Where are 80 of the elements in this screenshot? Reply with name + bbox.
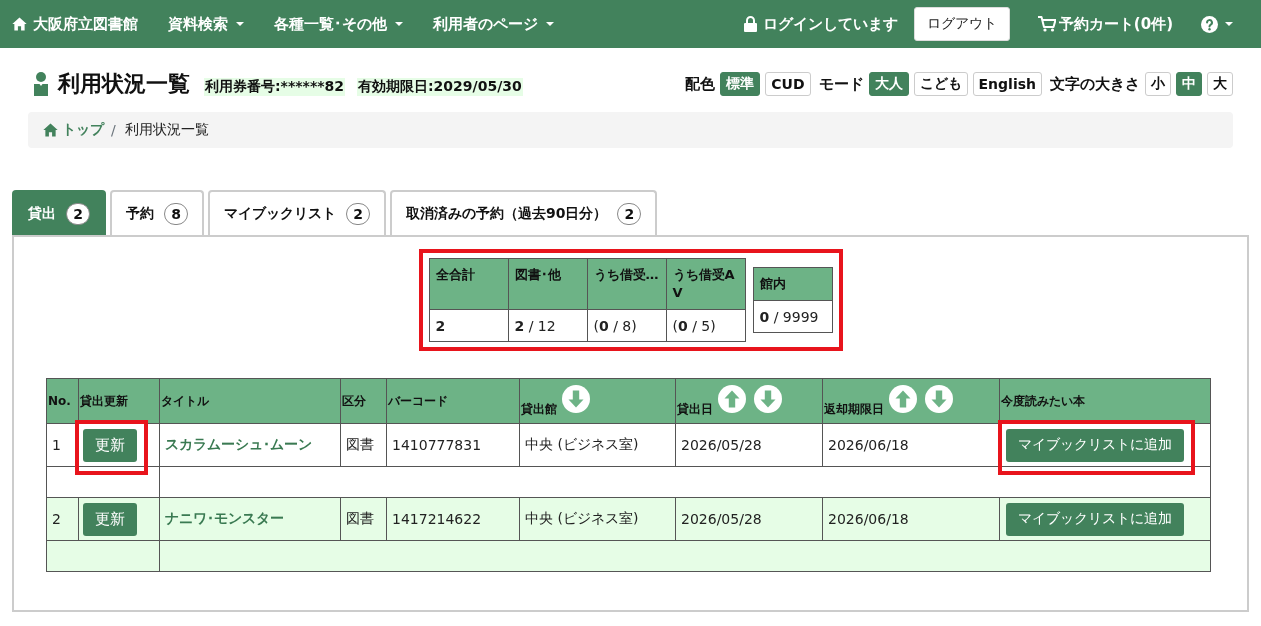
caret-icon [236, 22, 244, 26]
column-header: バーコード [386, 378, 520, 424]
breadcrumb-separator: / [111, 122, 116, 138]
column-header: 貸出日 [677, 401, 713, 416]
caret-icon [546, 22, 554, 26]
tab[interactable]: 取消済みの予約（過去90日分） 2 [390, 190, 658, 235]
home-icon [43, 123, 58, 137]
arrow-down-icon[interactable] [562, 384, 590, 413]
column-header: 貸出更新 [78, 378, 160, 424]
nav-menu[interactable]: 利用者のページ [433, 14, 554, 34]
nav-menu[interactable]: 資料検索 [168, 14, 244, 34]
arrow-down-icon[interactable] [925, 384, 953, 413]
column-header: No. [46, 378, 79, 424]
setting-label: モード [818, 74, 864, 94]
logout-button[interactable]: ログアウト [913, 7, 1010, 41]
cart-link[interactable]: 予約カート(0件) [1037, 14, 1173, 34]
table-cell: 図書 [340, 497, 387, 541]
option-button[interactable]: 中 [1176, 72, 1202, 96]
caret-icon [1225, 22, 1233, 26]
count-badge: 2 [346, 202, 370, 225]
renew-button[interactable]: 更新 [83, 428, 137, 462]
tab[interactable]: 貸出 2 [12, 190, 106, 235]
user-icon [34, 72, 48, 96]
table-cell: 中央 (ビジネス室) [519, 423, 676, 467]
column-header: 今度読みたい本 [999, 378, 1211, 424]
add-to-list-button[interactable]: マイブックリストに追加 [1006, 428, 1184, 462]
lock-icon [743, 16, 757, 32]
breadcrumb-link[interactable]: トップ [43, 121, 104, 139]
option-button[interactable]: 小 [1145, 72, 1171, 96]
table-cell: 2026/06/18 [822, 497, 1000, 541]
card-number: 利用券番号:******82 [204, 78, 345, 96]
column-header: うち借受AV [666, 258, 745, 310]
tab[interactable]: マイブックリスト 2 [208, 190, 386, 235]
table-cell: (0 / 5) [666, 309, 745, 342]
table-cell: 2 [429, 309, 508, 342]
table-cell: 0 / 9999 [753, 300, 832, 333]
breadcrumb-current: 利用状況一覧 [124, 121, 209, 139]
column-header: タイトル [159, 378, 341, 424]
arrow-down-icon[interactable] [754, 384, 782, 413]
table-cell: 中央 (ビジネス室) [519, 497, 676, 541]
option-button[interactable]: こども [913, 72, 968, 96]
option-button[interactable]: 標準 [720, 72, 761, 96]
arrow-up-icon[interactable] [718, 384, 746, 413]
column-header: 全合計 [429, 258, 508, 310]
table-cell: 2026/05/28 [675, 423, 823, 467]
cart-icon [1037, 16, 1056, 32]
page-title: 利用状況一覧 [58, 70, 190, 98]
option-button[interactable]: 大人 [868, 72, 909, 96]
table-cell: 2 [46, 497, 79, 541]
help-icon[interactable] [1201, 15, 1218, 33]
column-header: 館内 [753, 267, 832, 301]
count-badge: 8 [164, 202, 188, 225]
table-cell: 1410777831 [386, 423, 520, 467]
column-header: 区分 [340, 378, 387, 424]
tab[interactable]: 予約 8 [110, 190, 204, 235]
column-header: 返却期限日 [824, 401, 884, 416]
home-icon [12, 17, 27, 31]
add-to-list-button[interactable]: マイブックリストに追加 [1006, 502, 1184, 536]
table-cell: 2 / 12 [508, 309, 587, 342]
login-status: ログインしています [762, 14, 898, 34]
setting-label: 配色 [685, 74, 716, 94]
table-cell: 2026/05/28 [675, 497, 823, 541]
renew-button[interactable]: 更新 [83, 502, 137, 536]
option-button[interactable]: 大 [1207, 72, 1233, 96]
count-badge: 2 [66, 202, 90, 225]
arrow-up-icon[interactable] [889, 384, 917, 413]
option-button[interactable]: CUD [765, 72, 811, 96]
brand-link[interactable]: 大阪府立図書館 [12, 14, 138, 34]
table-cell: 1417214622 [386, 497, 520, 541]
column-header: 貸出館 [521, 401, 557, 416]
option-button[interactable]: English [972, 72, 1042, 96]
setting-label: 文字の大きさ [1050, 74, 1140, 94]
column-header: うち借受… [587, 258, 666, 310]
count-badge: 2 [617, 202, 642, 225]
nav-menu[interactable]: 各種一覧･その他 [274, 14, 403, 34]
column-header: 図書･他 [508, 258, 587, 310]
expiry-date: 有効期限日:2029/05/30 [357, 78, 523, 96]
table-cell: 図書 [340, 423, 387, 467]
table-cell: (0 / 8) [587, 309, 666, 342]
caret-icon [395, 22, 403, 26]
